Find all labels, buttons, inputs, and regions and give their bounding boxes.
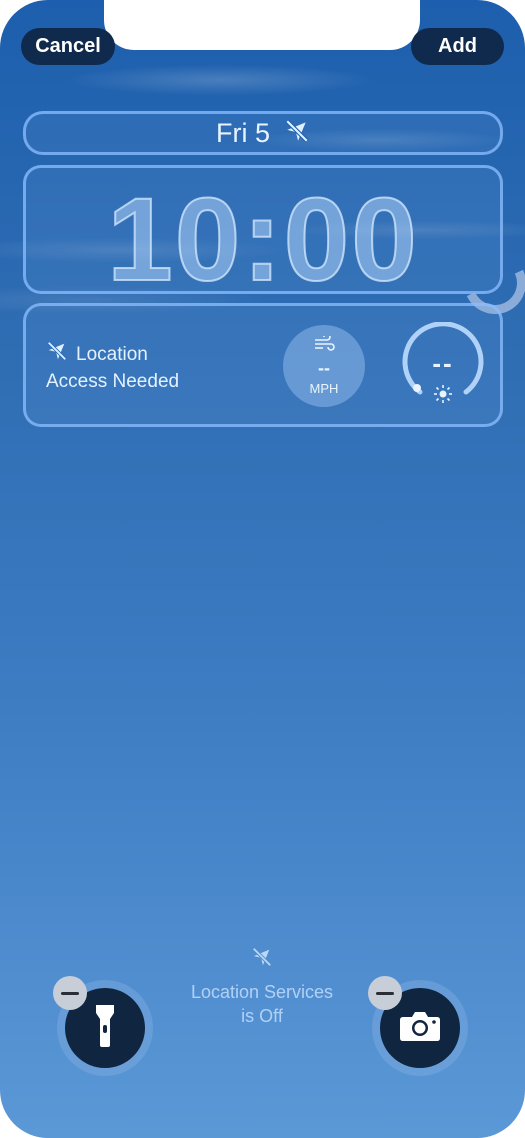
time-widget[interactable]: 10:00	[23, 165, 503, 307]
date-widget[interactable]: Fri 5	[23, 111, 503, 155]
add-button[interactable]: Add	[411, 28, 504, 65]
lock-screen-editor: Cancel Add Fri 5 10:00 Location Access N…	[0, 0, 525, 1138]
remove-camera-button[interactable]	[368, 976, 402, 1010]
location-widget[interactable]: Location Access Needed	[46, 340, 179, 394]
status-line-1: Location Services	[190, 982, 334, 1002]
location-title: Location	[76, 344, 148, 365]
status-line-2: is Off	[241, 1006, 283, 1026]
location-disabled-icon	[46, 340, 68, 369]
wind-unit: MPH	[309, 381, 339, 396]
location-disabled-icon	[284, 118, 310, 149]
wind-icon	[313, 333, 335, 357]
location-disabled-icon	[251, 946, 273, 974]
location-subtitle: Access Needed	[46, 371, 180, 392]
flashlight-icon	[94, 1003, 116, 1054]
location-services-status: Location Services is Off	[170, 946, 354, 1028]
device-notch	[104, 0, 420, 50]
wind-widget[interactable]: -- MPH	[283, 325, 365, 407]
sun-icon	[433, 384, 453, 409]
camera-icon	[399, 1010, 441, 1047]
minus-icon	[61, 991, 79, 995]
remove-flashlight-button[interactable]	[53, 976, 87, 1010]
date-label: Fri 5	[216, 117, 270, 148]
uv-index-widget[interactable]: --	[400, 321, 486, 409]
widgets-row[interactable]: Location Access Needed -- MPH --	[23, 303, 503, 427]
wind-speed: --	[318, 358, 330, 378]
minus-icon	[376, 991, 394, 995]
cancel-button[interactable]: Cancel	[21, 28, 115, 65]
uv-value: --	[432, 348, 454, 378]
clock-time: 10:00	[106, 173, 419, 307]
